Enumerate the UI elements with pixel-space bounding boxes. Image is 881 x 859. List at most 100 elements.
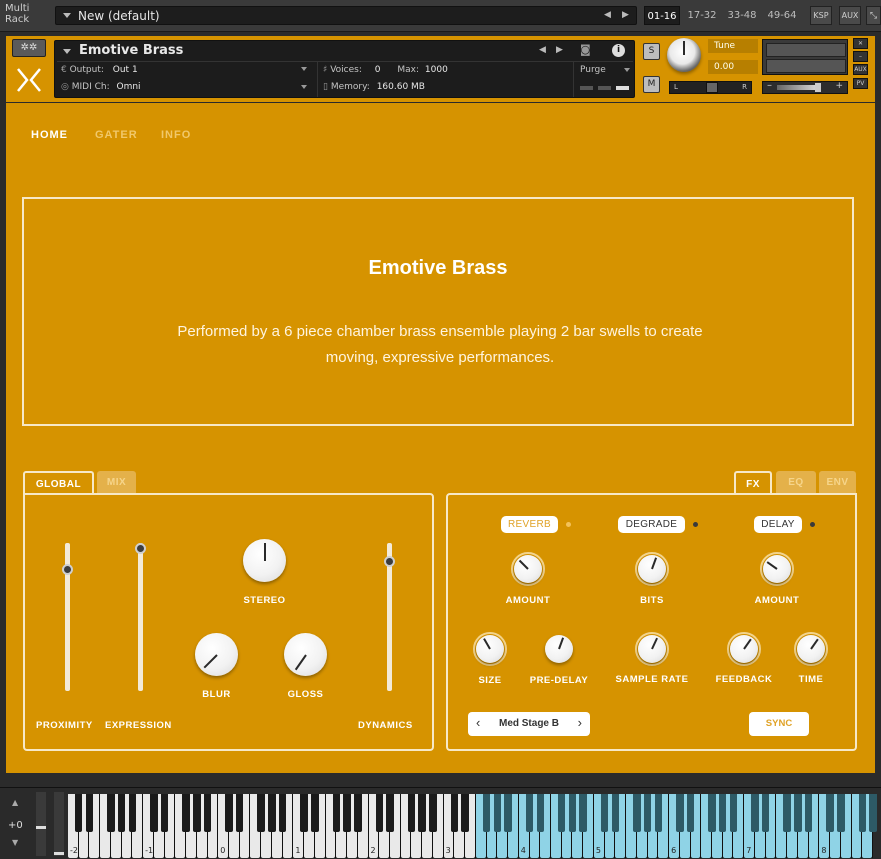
black-key[interactable] <box>354 794 362 833</box>
black-key[interactable] <box>375 794 383 833</box>
black-key[interactable] <box>729 794 738 833</box>
black-key[interactable] <box>493 794 502 833</box>
black-key[interactable] <box>300 794 308 833</box>
black-key[interactable] <box>311 794 319 833</box>
dynamics-slider-handle[interactable] <box>384 556 395 567</box>
black-key[interactable] <box>150 794 158 833</box>
black-key[interactable] <box>804 794 813 833</box>
close-icon[interactable]: ✕ <box>853 38 868 49</box>
black-key[interactable] <box>107 794 115 833</box>
black-key[interactable] <box>257 794 265 833</box>
solo-button[interactable]: S <box>643 43 660 60</box>
black-key[interactable] <box>482 794 491 833</box>
rack-preset-selector[interactable]: New (default) ◀ ▶ <box>55 6 637 25</box>
ksp-button[interactable]: KSP <box>810 6 832 25</box>
proximity-slider-handle[interactable] <box>62 564 73 575</box>
reverb-predelay-knob[interactable] <box>545 635 573 663</box>
black-key[interactable] <box>611 794 620 833</box>
black-key[interactable] <box>708 794 716 833</box>
minimize-icon[interactable]: – <box>853 51 868 62</box>
gloss-knob[interactable] <box>284 633 327 676</box>
pitch-wheel[interactable] <box>36 792 46 856</box>
black-key[interactable] <box>160 794 169 833</box>
page-button-33-48[interactable]: 33-48 <box>724 6 760 25</box>
degrade-bits-knob[interactable] <box>638 555 666 583</box>
blur-knob[interactable] <box>195 633 238 676</box>
mute-button[interactable]: M <box>643 76 660 93</box>
page-button-01-16[interactable]: 01-16 <box>644 6 680 25</box>
prev-arrow-icon[interactable]: ◀ <box>604 10 611 20</box>
black-key[interactable] <box>794 794 802 833</box>
tune-knob[interactable] <box>667 38 701 72</box>
black-key[interactable] <box>203 794 212 833</box>
delay-amount-knob[interactable] <box>763 555 791 583</box>
black-key[interactable] <box>869 794 877 833</box>
info-icon[interactable]: i <box>612 44 625 57</box>
black-key[interactable] <box>386 794 394 833</box>
black-key[interactable] <box>407 794 416 833</box>
tune-value[interactable]: 0.00 <box>708 60 758 74</box>
delay-feedback-knob[interactable] <box>730 635 758 663</box>
tab-fx[interactable]: FX <box>734 471 772 495</box>
black-key[interactable] <box>600 794 609 833</box>
midi-dropdown-arrow-icon[interactable] <box>301 85 307 89</box>
tab-mix[interactable]: MIX <box>97 471 136 495</box>
black-key[interactable] <box>128 794 137 833</box>
black-key[interactable] <box>858 794 866 833</box>
page-button-17-32[interactable]: 17-32 <box>684 6 720 25</box>
page-button-49-64[interactable]: 49-64 <box>764 6 800 25</box>
black-key[interactable] <box>450 794 459 833</box>
black-key[interactable] <box>278 794 287 833</box>
black-key[interactable] <box>268 794 276 833</box>
next-arrow-icon[interactable]: ▶ <box>622 10 629 20</box>
max-value[interactable]: 1000 <box>425 65 448 75</box>
camera-icon[interactable]: ◙ <box>580 43 591 56</box>
volume-plus-icon[interactable]: + <box>835 81 843 91</box>
pan-handle[interactable] <box>706 82 718 93</box>
settings-gear-icon[interactable]: ✲✲ <box>12 39 46 57</box>
tab-info[interactable]: INFO <box>161 129 191 141</box>
black-key[interactable] <box>643 794 652 833</box>
pan-slider[interactable]: L R <box>669 81 752 94</box>
pv-side-button[interactable]: PV <box>853 78 868 89</box>
volume-handle[interactable] <box>815 83 821 92</box>
dropdown-arrow-icon[interactable] <box>63 13 71 18</box>
tab-global[interactable]: GLOBAL <box>23 471 94 495</box>
delay-time-knob[interactable] <box>797 635 825 663</box>
degrade-toggle[interactable]: DEGRADE <box>618 516 685 533</box>
black-key[interactable] <box>85 794 94 833</box>
black-key[interactable] <box>837 794 845 833</box>
black-key[interactable] <box>686 794 695 833</box>
black-key[interactable] <box>429 794 437 833</box>
output-row[interactable]: € Output: Out 1 <box>61 65 138 75</box>
expression-slider-handle[interactable] <box>135 543 146 554</box>
purge-dropdown-arrow-icon[interactable] <box>624 68 630 72</box>
black-key[interactable] <box>568 794 577 833</box>
octave-down-icon[interactable]: ▼ <box>12 838 18 847</box>
black-key[interactable] <box>826 794 834 833</box>
octave-up-icon[interactable]: ▲ <box>12 798 18 807</box>
black-key[interactable] <box>182 794 190 833</box>
tab-home[interactable]: HOME <box>31 129 68 141</box>
reverb-size-knob[interactable] <box>476 635 504 663</box>
black-key[interactable] <box>418 794 426 833</box>
black-key[interactable] <box>343 794 351 833</box>
black-key[interactable] <box>718 794 727 833</box>
collapse-icon[interactable]: ⤡ <box>866 6 881 25</box>
aux-button[interactable]: AUX <box>839 6 861 25</box>
midi-row[interactable]: ◎ MIDI Ch: Omni <box>61 82 141 92</box>
black-key[interactable] <box>332 794 341 833</box>
black-key[interactable] <box>235 794 244 833</box>
aux-side-button[interactable]: AUX <box>853 64 868 75</box>
tab-env[interactable]: ENV <box>819 471 856 495</box>
black-key[interactable] <box>654 794 663 833</box>
volume-slider[interactable]: – + <box>762 80 848 94</box>
black-key[interactable] <box>579 794 587 833</box>
black-key[interactable] <box>676 794 684 833</box>
black-key[interactable] <box>761 794 770 833</box>
black-key[interactable] <box>193 794 201 833</box>
black-key[interactable] <box>557 794 566 833</box>
tab-gater[interactable]: GATER <box>95 129 138 141</box>
reverb-preset-selector[interactable]: ‹ Med Stage B › <box>468 712 590 736</box>
purge-label[interactable]: Purge <box>580 65 606 75</box>
